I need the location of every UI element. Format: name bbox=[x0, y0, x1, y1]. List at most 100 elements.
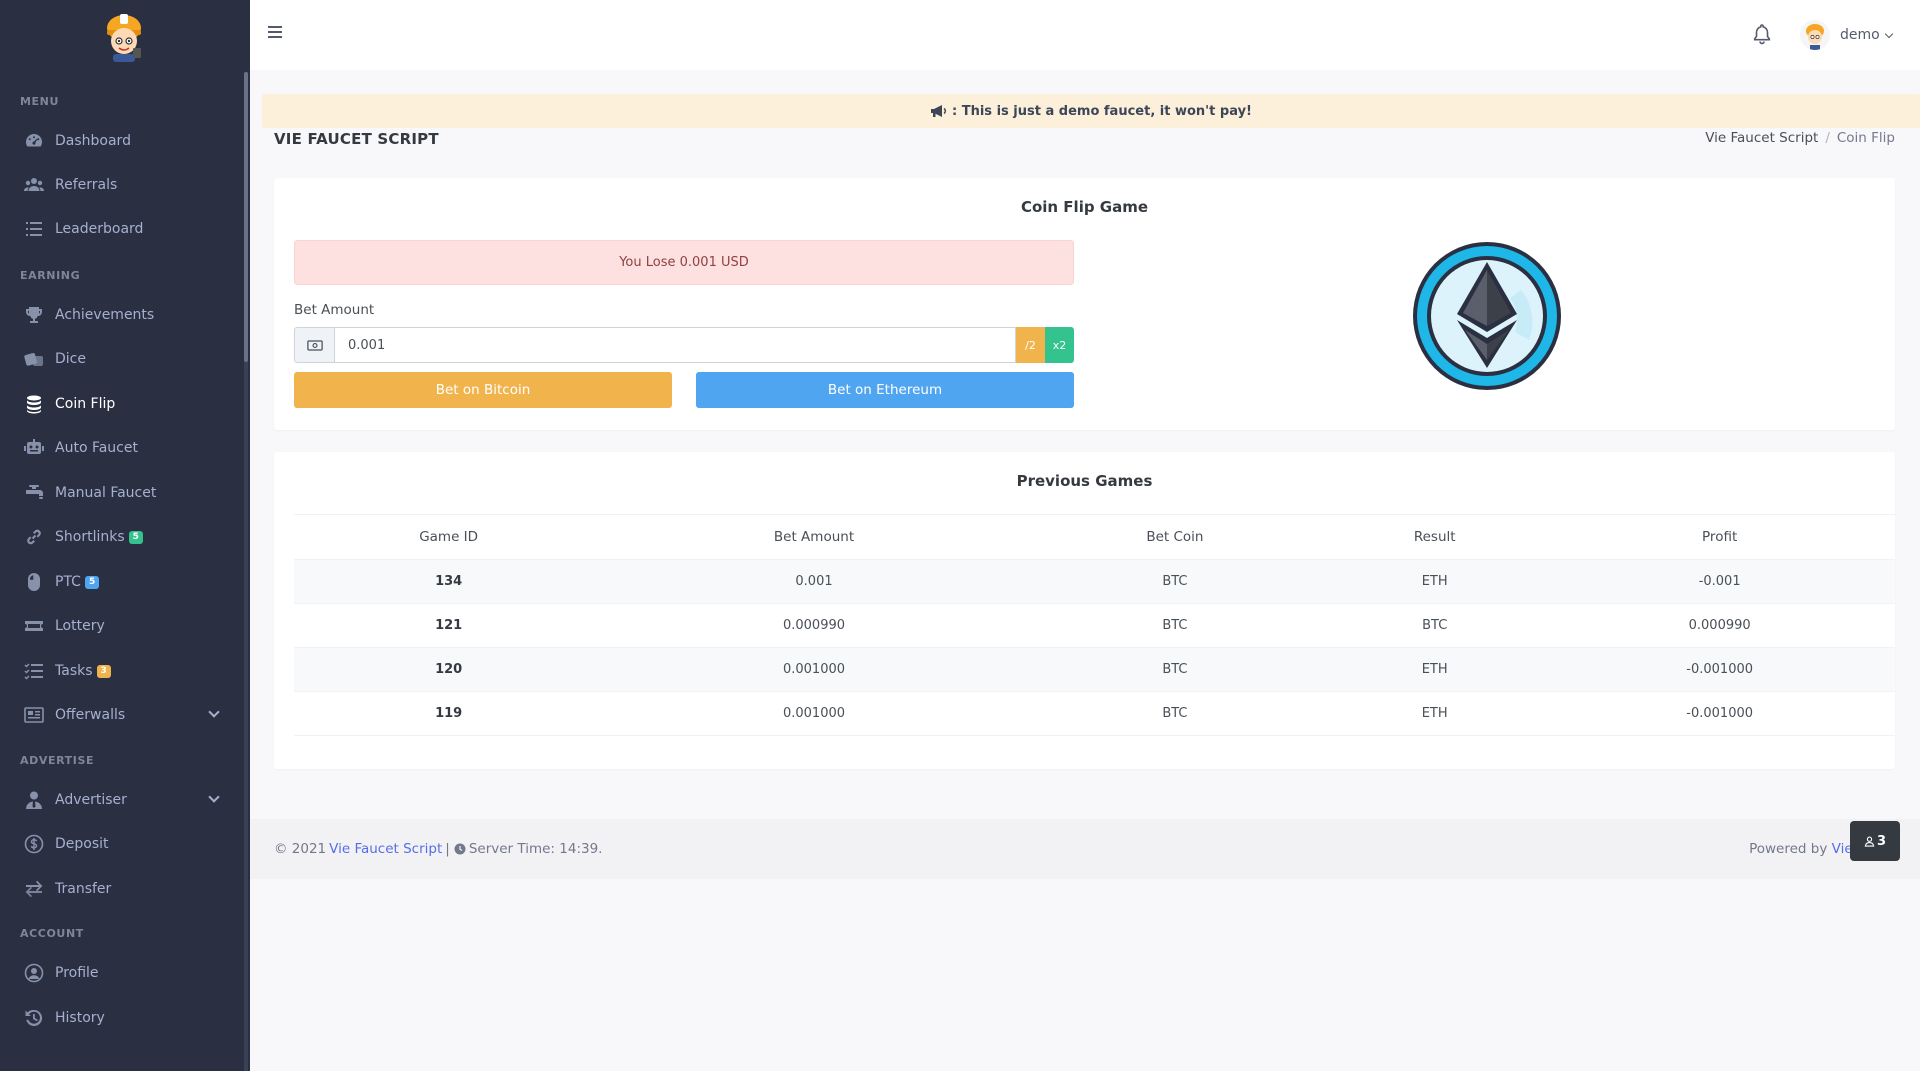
hamburger-icon[interactable] bbox=[268, 26, 282, 38]
sidebar-item-label: Shortlinks bbox=[55, 529, 125, 545]
faucet-icon bbox=[23, 482, 45, 504]
previous-games-title: Previous Games bbox=[1016, 472, 1153, 490]
user-dropdown[interactable]: demo bbox=[1800, 18, 1893, 52]
exchange-icon bbox=[23, 878, 45, 900]
sidebar-scrollbar[interactable] bbox=[244, 72, 248, 1071]
profit-cell: -0.001 bbox=[1544, 559, 1895, 604]
sidebar-item-referrals[interactable]: Referrals bbox=[0, 165, 244, 205]
history-icon bbox=[23, 1007, 45, 1029]
footer: © 2021 Vie Faucet Script | Server Time: … bbox=[250, 819, 1920, 879]
bet-on-bitcoin-button[interactable]: Bet on Bitcoin bbox=[294, 372, 672, 408]
bet-coin-cell: BTC bbox=[1024, 603, 1326, 648]
powered-by-text: Powered by bbox=[1749, 841, 1828, 857]
bet-coin-cell: BTC bbox=[1024, 559, 1326, 604]
bell-icon[interactable] bbox=[1752, 23, 1772, 45]
sidebar-item-profile[interactable]: Profile bbox=[0, 953, 244, 993]
bet-coin-cell: BTC bbox=[1024, 691, 1326, 736]
sidebar-item-history[interactable]: History bbox=[0, 998, 244, 1038]
wall-icon bbox=[23, 704, 45, 726]
sidebar-item-dashboard[interactable]: Dashboard bbox=[0, 121, 244, 161]
sidebar-item-label: Referrals bbox=[55, 177, 118, 193]
halve-bet-button[interactable]: /2 bbox=[1016, 327, 1045, 363]
copyright-text: © 2021 bbox=[274, 841, 327, 857]
coin-flip-card: Coin Flip Game You Lose 0.001 USD Bet Am… bbox=[274, 178, 1895, 430]
sidebar-item-achievements[interactable]: Achievements bbox=[0, 295, 244, 335]
bet-amount-input[interactable] bbox=[335, 327, 1016, 363]
sidebar-item-lottery[interactable]: Lottery bbox=[0, 606, 244, 646]
result-cell: ETH bbox=[1325, 691, 1545, 736]
sidebar-item-label: Lottery bbox=[55, 618, 105, 634]
trophy-icon bbox=[23, 304, 45, 326]
sidebar-item-shortlinks[interactable]: Shortlinks 5 bbox=[0, 517, 244, 557]
footer-left: © 2021 Vie Faucet Script | Server Time: … bbox=[274, 841, 602, 857]
sidebar-item-tasks[interactable]: Tasks 3 bbox=[0, 651, 244, 691]
section-title-earning: EARNING bbox=[20, 269, 81, 282]
chevron-down-icon bbox=[1884, 29, 1893, 38]
online-users-button[interactable]: 3 bbox=[1850, 821, 1900, 861]
main-content: : This is just a demo faucet, it won't p… bbox=[250, 70, 1920, 1071]
username: demo bbox=[1840, 27, 1880, 43]
sidebar-item-label: Dice bbox=[55, 351, 86, 367]
shortlinks-count-badge: 5 bbox=[128, 530, 143, 544]
sidebar-item-advertiser[interactable]: Advertiser bbox=[0, 780, 244, 820]
column-header: Bet Amount bbox=[603, 514, 1025, 560]
sidebar-item-leaderboard[interactable]: Leaderboard bbox=[0, 209, 244, 249]
sidebar-item-transfer[interactable]: Transfer bbox=[0, 869, 244, 909]
sidebar-item-offerwalls[interactable]: Offerwalls bbox=[0, 695, 244, 735]
user-tie-icon bbox=[23, 789, 45, 811]
online-users-count: 3 bbox=[1876, 833, 1887, 849]
sidebar: MENU Dashboard Referrals Leaderboard EAR… bbox=[0, 0, 250, 1071]
bet-coin-cell: BTC bbox=[1024, 647, 1326, 692]
sidebar-item-label: History bbox=[55, 1010, 105, 1026]
sidebar-item-deposit[interactable]: Deposit bbox=[0, 824, 244, 864]
table-row: 119 0.001000 BTC ETH -0.001000 bbox=[294, 691, 1895, 736]
topbar: demo bbox=[250, 0, 1920, 70]
profit-cell: -0.001000 bbox=[1544, 691, 1895, 736]
table-row: 134 0.001 BTC ETH -0.001 bbox=[294, 559, 1895, 604]
sidebar-item-label: Leaderboard bbox=[55, 221, 144, 237]
double-bet-button[interactable]: x2 bbox=[1045, 327, 1074, 363]
robot-icon bbox=[23, 437, 45, 459]
sidebar-item-manualfaucet[interactable]: Manual Faucet bbox=[0, 473, 244, 513]
sidebar-item-label: Offerwalls bbox=[55, 707, 126, 723]
dollar-circle-icon bbox=[23, 833, 45, 855]
sidebar-item-ptc[interactable]: PTC 5 bbox=[0, 562, 244, 602]
page-title: VIE FAUCET SCRIPT bbox=[274, 130, 439, 148]
column-header: Bet Coin bbox=[1024, 514, 1326, 560]
mouse-icon bbox=[23, 571, 45, 593]
ethereum-coin-icon bbox=[1411, 240, 1563, 392]
result-cell: ETH bbox=[1325, 647, 1545, 692]
ticket-icon bbox=[23, 615, 45, 637]
game-id-cell: 121 bbox=[294, 603, 604, 648]
sidebar-item-label: Tasks bbox=[55, 663, 93, 679]
bet-amount-label: Bet Amount bbox=[294, 302, 375, 318]
user-icon bbox=[1864, 836, 1875, 847]
bet-on-ethereum-button[interactable]: Bet on Ethereum bbox=[696, 372, 1074, 408]
breadcrumb-link[interactable]: Vie Faucet Script bbox=[1705, 130, 1818, 146]
sidebar-item-label: Transfer bbox=[55, 881, 112, 897]
sidebar-item-dice[interactable]: Dice bbox=[0, 339, 244, 379]
sidebar-item-label: Achievements bbox=[55, 307, 155, 323]
previous-games-card: Previous Games Game ID Bet Amount Bet Co… bbox=[274, 452, 1895, 769]
table-row: 120 0.001000 BTC ETH -0.001000 bbox=[294, 647, 1895, 692]
section-title-account: ACCOUNT bbox=[20, 927, 84, 940]
section-title-advertise: ADVERTISE bbox=[20, 754, 95, 767]
column-header: Game ID bbox=[294, 514, 604, 560]
profit-cell: 0.000990 bbox=[1544, 603, 1895, 648]
footer-site-link[interactable]: Vie Faucet Script bbox=[329, 841, 442, 857]
game-id-cell: 134 bbox=[294, 559, 604, 604]
bet-amount-cell: 0.000990 bbox=[603, 603, 1025, 648]
sidebar-item-label: Profile bbox=[55, 965, 99, 981]
site-logo[interactable] bbox=[100, 8, 148, 62]
game-id-cell: 120 bbox=[294, 647, 604, 692]
tasks-icon bbox=[23, 660, 45, 682]
bet-amount-cell: 0.001 bbox=[603, 559, 1025, 604]
section-title-menu: MENU bbox=[20, 95, 59, 108]
sidebar-item-label: PTC bbox=[55, 574, 81, 590]
breadcrumb: Vie Faucet Script / Coin Flip bbox=[1705, 130, 1895, 146]
sidebar-item-label: Auto Faucet bbox=[55, 440, 138, 456]
sidebar-item-label: Coin Flip bbox=[55, 396, 116, 412]
sidebar-item-autofaucet[interactable]: Auto Faucet bbox=[0, 428, 244, 468]
link-icon bbox=[23, 526, 45, 548]
sidebar-item-coinflip[interactable]: Coin Flip bbox=[0, 384, 244, 424]
